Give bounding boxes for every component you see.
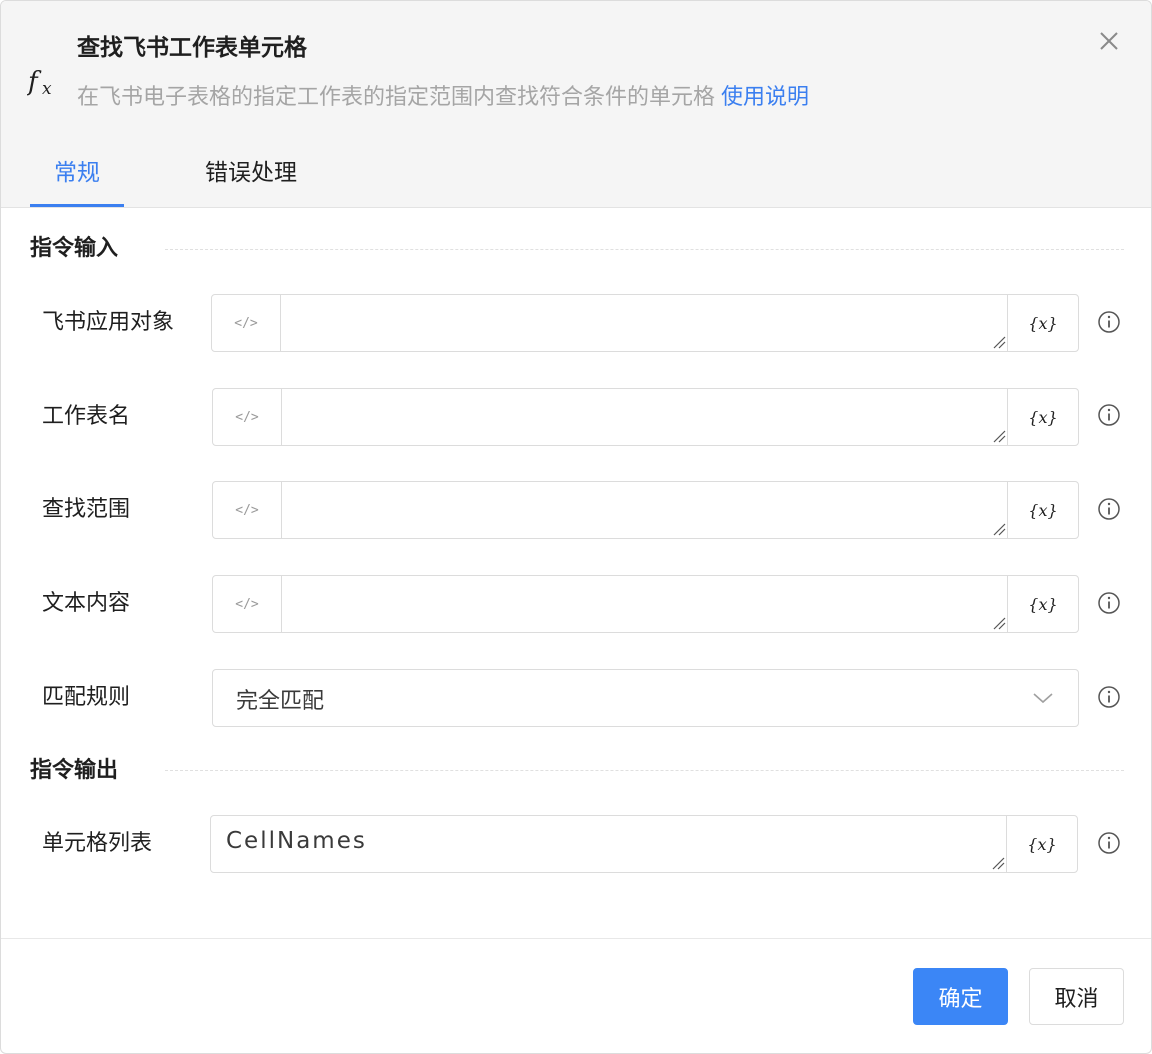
- close-icon[interactable]: [1095, 27, 1123, 55]
- section-divider: [165, 770, 1124, 771]
- cancel-button[interactable]: 取消: [1029, 968, 1124, 1025]
- tab-bar: 常规 错误处理: [1, 149, 1151, 207]
- code-toggle-button[interactable]: </>: [213, 389, 282, 445]
- dialog-title: 查找飞书工作表单元格: [77, 35, 307, 61]
- text-content-input[interactable]: [282, 576, 1007, 632]
- resize-grip-icon[interactable]: [992, 335, 1006, 349]
- label-sheet-name: 工作表名: [42, 404, 131, 429]
- tab-general[interactable]: 常规: [30, 149, 124, 207]
- search-range-input[interactable]: [282, 482, 1007, 538]
- dialog-subtitle: 在飞书电子表格的指定工作表的指定范围内查找符合条件的单元格 使用说明: [77, 83, 809, 113]
- label-search-range: 查找范围: [42, 497, 131, 522]
- variable-button[interactable]: {x}: [1007, 295, 1078, 351]
- cell-list-input[interactable]: CellNames: [211, 816, 1006, 872]
- svg-text:f: f: [27, 67, 42, 97]
- variable-button[interactable]: {x}: [1007, 389, 1078, 445]
- info-icon[interactable]: [1097, 685, 1121, 709]
- confirm-button[interactable]: 确定: [913, 968, 1008, 1025]
- fx-icon: f x: [27, 67, 52, 99]
- resize-grip-icon[interactable]: [992, 522, 1006, 536]
- footer-divider: [1, 938, 1151, 939]
- svg-text:x: x: [42, 79, 52, 99]
- resize-grip-icon[interactable]: [991, 856, 1005, 870]
- search-range-field: </> {x}: [212, 481, 1079, 539]
- match-rule-select[interactable]: 完全匹配: [212, 669, 1079, 727]
- chevron-down-icon: [1033, 693, 1053, 704]
- info-icon[interactable]: [1097, 591, 1121, 615]
- cell-list-value: CellNames: [226, 828, 367, 854]
- variable-button[interactable]: {x}: [1007, 482, 1078, 538]
- find-cell-dialog: f x 查找飞书工作表单元格 在飞书电子表格的指定工作表的指定范围内查找符合条件…: [0, 0, 1152, 1054]
- variable-button[interactable]: {x}: [1006, 816, 1077, 872]
- info-icon[interactable]: [1097, 497, 1121, 521]
- feishu-app-input[interactable]: [281, 295, 1007, 351]
- resize-grip-icon[interactable]: [992, 616, 1006, 630]
- tab-error-handling[interactable]: 错误处理: [191, 149, 311, 207]
- code-toggle-button[interactable]: </>: [212, 295, 281, 351]
- section-title-input: 指令输入: [30, 236, 119, 261]
- cell-list-field: CellNames {x}: [210, 815, 1078, 873]
- code-toggle-button[interactable]: </>: [213, 576, 282, 632]
- text-content-field: </> {x}: [212, 575, 1079, 633]
- info-icon[interactable]: [1097, 831, 1121, 855]
- section-title-output: 指令输出: [30, 758, 119, 783]
- sheet-name-field: </> {x}: [212, 388, 1079, 446]
- label-feishu-app: 飞书应用对象: [42, 310, 175, 335]
- label-cell-list: 单元格列表: [42, 831, 153, 856]
- info-icon[interactable]: [1097, 403, 1121, 427]
- variable-button[interactable]: {x}: [1007, 576, 1078, 632]
- info-icon[interactable]: [1097, 310, 1121, 334]
- section-divider: [165, 249, 1124, 250]
- subtitle-text: 在飞书电子表格的指定工作表的指定范围内查找符合条件的单元格: [77, 85, 716, 110]
- dialog-header: f x 查找飞书工作表单元格 在飞书电子表格的指定工作表的指定范围内查找符合条件…: [1, 1, 1151, 208]
- sheet-name-input[interactable]: [282, 389, 1007, 445]
- feishu-app-field: </> {x}: [211, 294, 1079, 352]
- help-link[interactable]: 使用说明: [721, 85, 809, 110]
- match-rule-value: 完全匹配: [236, 689, 325, 714]
- resize-grip-icon[interactable]: [992, 429, 1006, 443]
- code-toggle-button[interactable]: </>: [213, 482, 282, 538]
- label-match-rule: 匹配规则: [42, 685, 131, 710]
- label-text-content: 文本内容: [42, 591, 131, 616]
